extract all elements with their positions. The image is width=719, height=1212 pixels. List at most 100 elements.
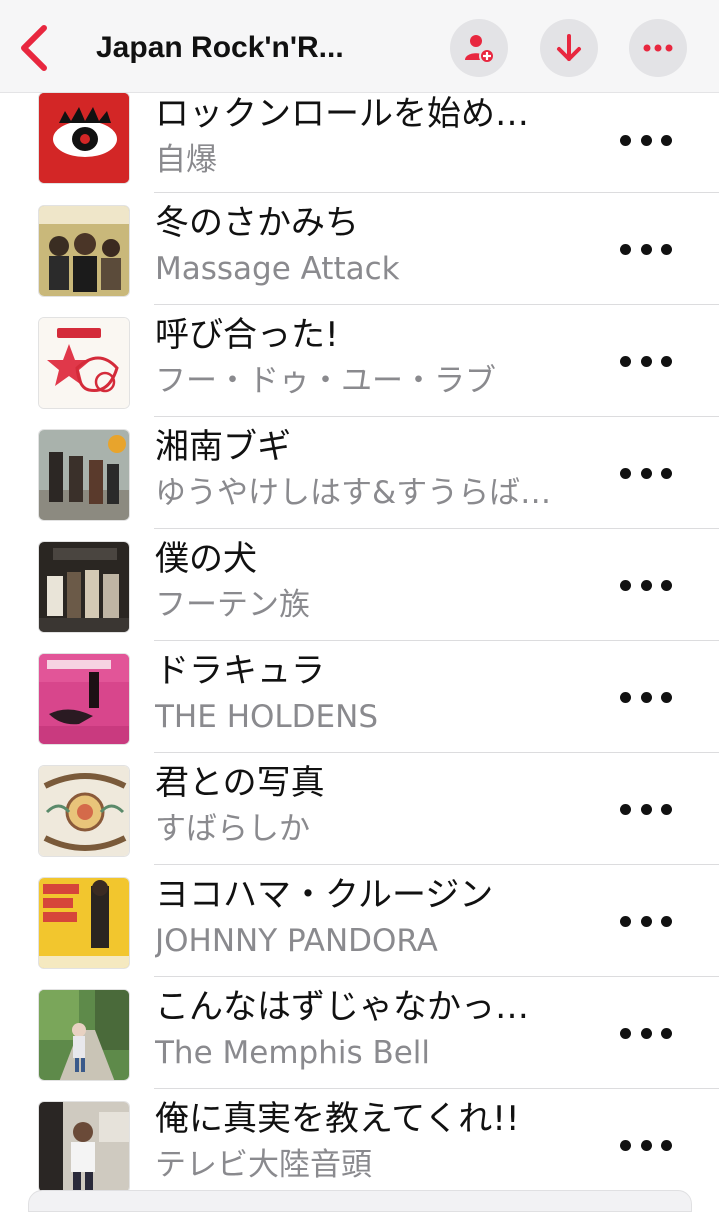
artist-name: Massage Attack [155, 251, 400, 287]
album-art [38, 1101, 130, 1193]
add-person-button[interactable] [450, 19, 508, 77]
song-more-button[interactable] [620, 453, 672, 493]
song-title: ドラキュラ [155, 651, 325, 691]
list-item[interactable]: 君との写真 すばらしか [0, 753, 719, 865]
dot [661, 803, 672, 815]
song-title: 僕の犬 [155, 539, 257, 579]
song-more-button[interactable] [620, 789, 672, 829]
song-title: 冬のさかみち [155, 203, 359, 243]
album-art [38, 765, 130, 857]
album-art [38, 317, 130, 409]
psychedelic-art [39, 766, 129, 856]
song-list: ロックンロールを始め… 自爆 冬のさかみち Massage Attack 呼び合… [0, 92, 719, 1201]
dot [620, 134, 631, 146]
beach-band-art [39, 430, 129, 520]
download-button[interactable] [540, 19, 598, 77]
dot [640, 243, 652, 255]
ellipsis-icon [643, 44, 673, 52]
dot [640, 134, 652, 146]
song-more-button[interactable] [620, 1125, 672, 1165]
dot [661, 691, 672, 703]
song-more-button[interactable] [620, 341, 672, 381]
song-title: 俺に真実を教えてくれ!! [155, 1099, 520, 1139]
page-title: Japan Rock'n'R... [96, 31, 344, 64]
list-item[interactable]: 俺に真実を教えてくれ!! テレビ大陸音頭 [0, 1089, 719, 1201]
dark-photo-art [39, 542, 129, 632]
song-more-button[interactable] [620, 120, 672, 160]
chevron-left-icon [21, 25, 47, 71]
person-add-icon [465, 35, 495, 64]
artist-name: 自爆 [155, 142, 217, 178]
band-photo-art [39, 206, 129, 296]
song-more-button[interactable] [620, 565, 672, 605]
dot [661, 134, 672, 146]
song-title: こんなはずじゃなかっ… [155, 987, 529, 1027]
dot [661, 915, 672, 927]
song-more-button[interactable] [620, 1013, 672, 1053]
song-title: ヨコハマ・クルージン [155, 875, 494, 915]
more-options-button[interactable] [629, 19, 687, 77]
list-item[interactable]: ロックンロールを始め… 自爆 [0, 92, 719, 193]
dot [620, 467, 631, 479]
dot [620, 243, 631, 255]
list-item[interactable]: 湘南ブギ ゆうやけしはす&すうらば… [0, 417, 719, 529]
who-do-you-love-art [39, 318, 129, 408]
arrow-down-icon [557, 34, 581, 61]
dot [640, 355, 652, 367]
list-item[interactable]: ヨコハマ・クルージン JOHNNY PANDORA [0, 865, 719, 977]
dot [620, 803, 631, 815]
artist-name: テレビ大陸音頭 [155, 1147, 372, 1183]
artist-name: ゆうやけしはす&すうらば… [155, 475, 552, 511]
dot [661, 579, 672, 591]
dot [661, 355, 672, 367]
dot [640, 915, 652, 927]
album-art [38, 429, 130, 521]
artist-name: JOHNNY PANDORA [155, 923, 438, 959]
list-item[interactable]: ドラキュラ THE HOLDENS [0, 641, 719, 753]
album-art [38, 877, 130, 969]
album-art [38, 541, 130, 633]
song-title: 君との写真 [155, 763, 325, 803]
dot [620, 691, 631, 703]
dot [640, 579, 652, 591]
red-eye-art [39, 93, 129, 183]
artist-name: The Memphis Bell [155, 1035, 431, 1071]
dot [640, 1027, 652, 1039]
album-art [38, 989, 130, 1081]
artist-name: THE HOLDENS [155, 699, 378, 735]
dot [640, 803, 652, 815]
artist-name: すばらしか [155, 811, 310, 847]
song-title: 湘南ブギ [155, 427, 291, 467]
list-item[interactable]: こんなはずじゃなかっ… The Memphis Bell [0, 977, 719, 1089]
dot [661, 467, 672, 479]
album-art [38, 653, 130, 745]
mini-player-bar[interactable] [28, 1190, 692, 1212]
dot [620, 1027, 631, 1039]
list-item[interactable]: 僕の犬 フーテン族 [0, 529, 719, 641]
pink-cover-art [39, 654, 129, 744]
dot [620, 915, 631, 927]
dot [661, 1027, 672, 1039]
album-art [38, 205, 130, 297]
navigation-header: Japan Rock'n'R... [0, 0, 719, 93]
song-more-button[interactable] [620, 677, 672, 717]
artist-name: フー・ドゥ・ユー・ラブ [155, 363, 496, 399]
list-item[interactable]: 呼び合った! フー・ドゥ・ユー・ラブ [0, 305, 719, 417]
dot [620, 579, 631, 591]
song-title: 呼び合った! [155, 315, 339, 355]
artist-name: フーテン族 [155, 587, 310, 623]
dot [620, 355, 631, 367]
song-title: ロックンロールを始め… [155, 94, 529, 134]
street-photo-art [39, 990, 129, 1080]
room-photo-art [39, 1102, 129, 1192]
song-more-button[interactable] [620, 901, 672, 941]
dot [661, 1139, 672, 1151]
dot [640, 691, 652, 703]
dot [640, 467, 652, 479]
back-button[interactable] [10, 22, 58, 74]
dot [661, 243, 672, 255]
album-art [38, 92, 130, 184]
song-more-button[interactable] [620, 229, 672, 269]
dot [620, 1139, 631, 1151]
list-item[interactable]: 冬のさかみち Massage Attack [0, 193, 719, 305]
